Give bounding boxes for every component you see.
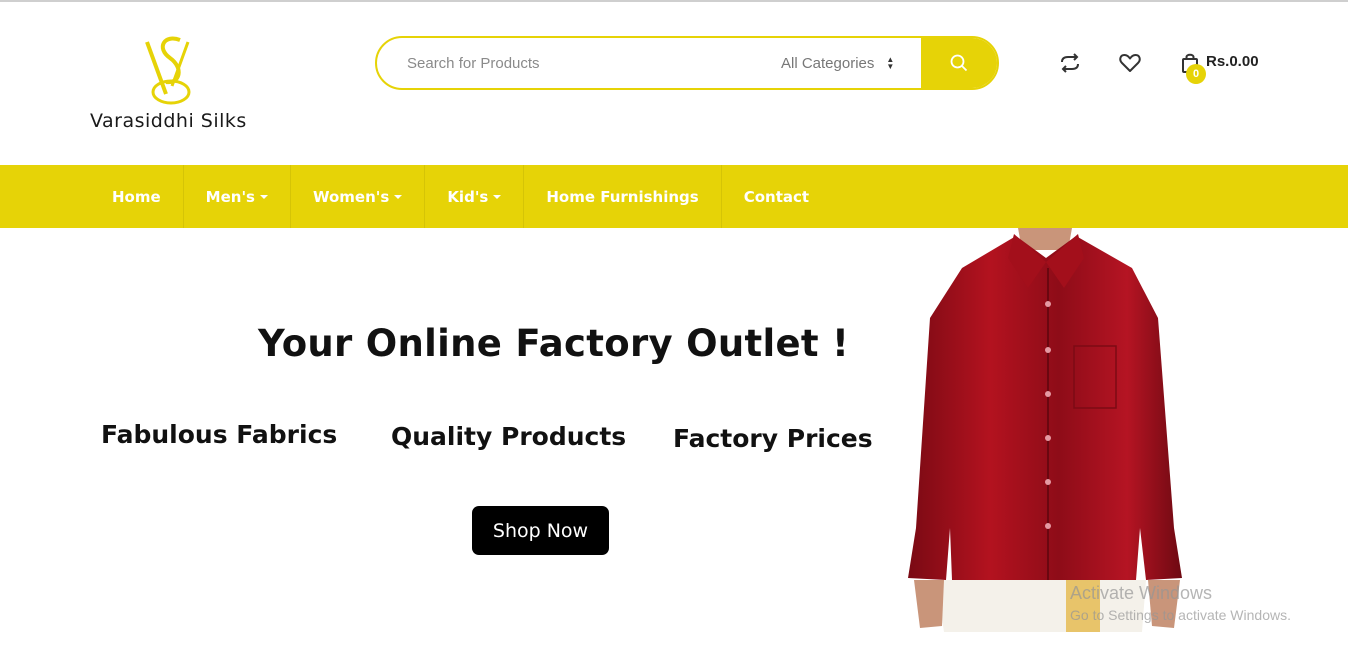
wishlist-button[interactable] xyxy=(1118,51,1142,75)
nav-label: Women's xyxy=(312,187,390,206)
select-arrows-icon: ▲ ▼ xyxy=(886,55,895,71)
cart-total: Rs.0.00 xyxy=(1206,53,1259,70)
cart-count-badge: 0 xyxy=(1186,64,1206,84)
brand-logo[interactable]: Varasiddhi Silks xyxy=(88,34,258,138)
activate-windows-subtitle: Go to Settings to activate Windows. xyxy=(1070,607,1291,623)
search-button[interactable] xyxy=(921,38,997,88)
nav-home-furnishings[interactable]: Home Furnishings xyxy=(524,165,722,228)
feature-quality-products: Quality Products xyxy=(391,422,627,451)
feature-factory-prices: Factory Prices xyxy=(673,424,873,453)
vs-monogram-icon xyxy=(145,36,191,105)
nav-kids[interactable]: Kid's xyxy=(425,165,525,228)
category-select-label: All Categories xyxy=(781,54,875,72)
shop-now-button[interactable]: Shop Now xyxy=(472,506,609,555)
nav-label: Home Furnishings xyxy=(546,187,699,206)
activate-windows-title: Activate Windows xyxy=(1070,583,1213,603)
nav-label: Kid's xyxy=(447,187,489,206)
caret-down-icon xyxy=(493,194,502,199)
search-icon xyxy=(950,54,968,72)
top-border xyxy=(0,0,1348,2)
compare-icon xyxy=(1061,53,1079,73)
hero-model-image xyxy=(896,228,1196,632)
hero-title: Your Online Factory Outlet ! xyxy=(258,322,850,365)
search-bar: All Categories ▲▼ xyxy=(375,36,999,90)
nav-home[interactable]: Home xyxy=(90,165,184,228)
caret-down-icon xyxy=(259,194,268,199)
compare-button[interactable] xyxy=(1058,51,1082,75)
nav-label: Contact xyxy=(743,187,810,206)
nav-contact[interactable]: Contact xyxy=(722,165,831,228)
brand-name: Varasiddhi Silks xyxy=(90,110,247,132)
nav-label: Men's xyxy=(205,187,255,206)
nav-mens[interactable]: Men's xyxy=(184,165,291,228)
nav-label: Home xyxy=(112,187,161,206)
category-select[interactable]: All Categories ▲ ▼ xyxy=(781,38,894,88)
search-input[interactable] xyxy=(407,38,747,88)
main-nav: Home Men's Women's Kid's Home Furnishing… xyxy=(0,165,1348,228)
caret-down-icon xyxy=(394,194,403,199)
heart-icon xyxy=(1119,54,1141,72)
cart-button[interactable]: 0 Rs.0.00 xyxy=(1179,50,1269,86)
feature-fabulous-fabrics: Fabulous Fabrics xyxy=(101,420,338,449)
nav-womens[interactable]: Women's xyxy=(291,165,426,228)
